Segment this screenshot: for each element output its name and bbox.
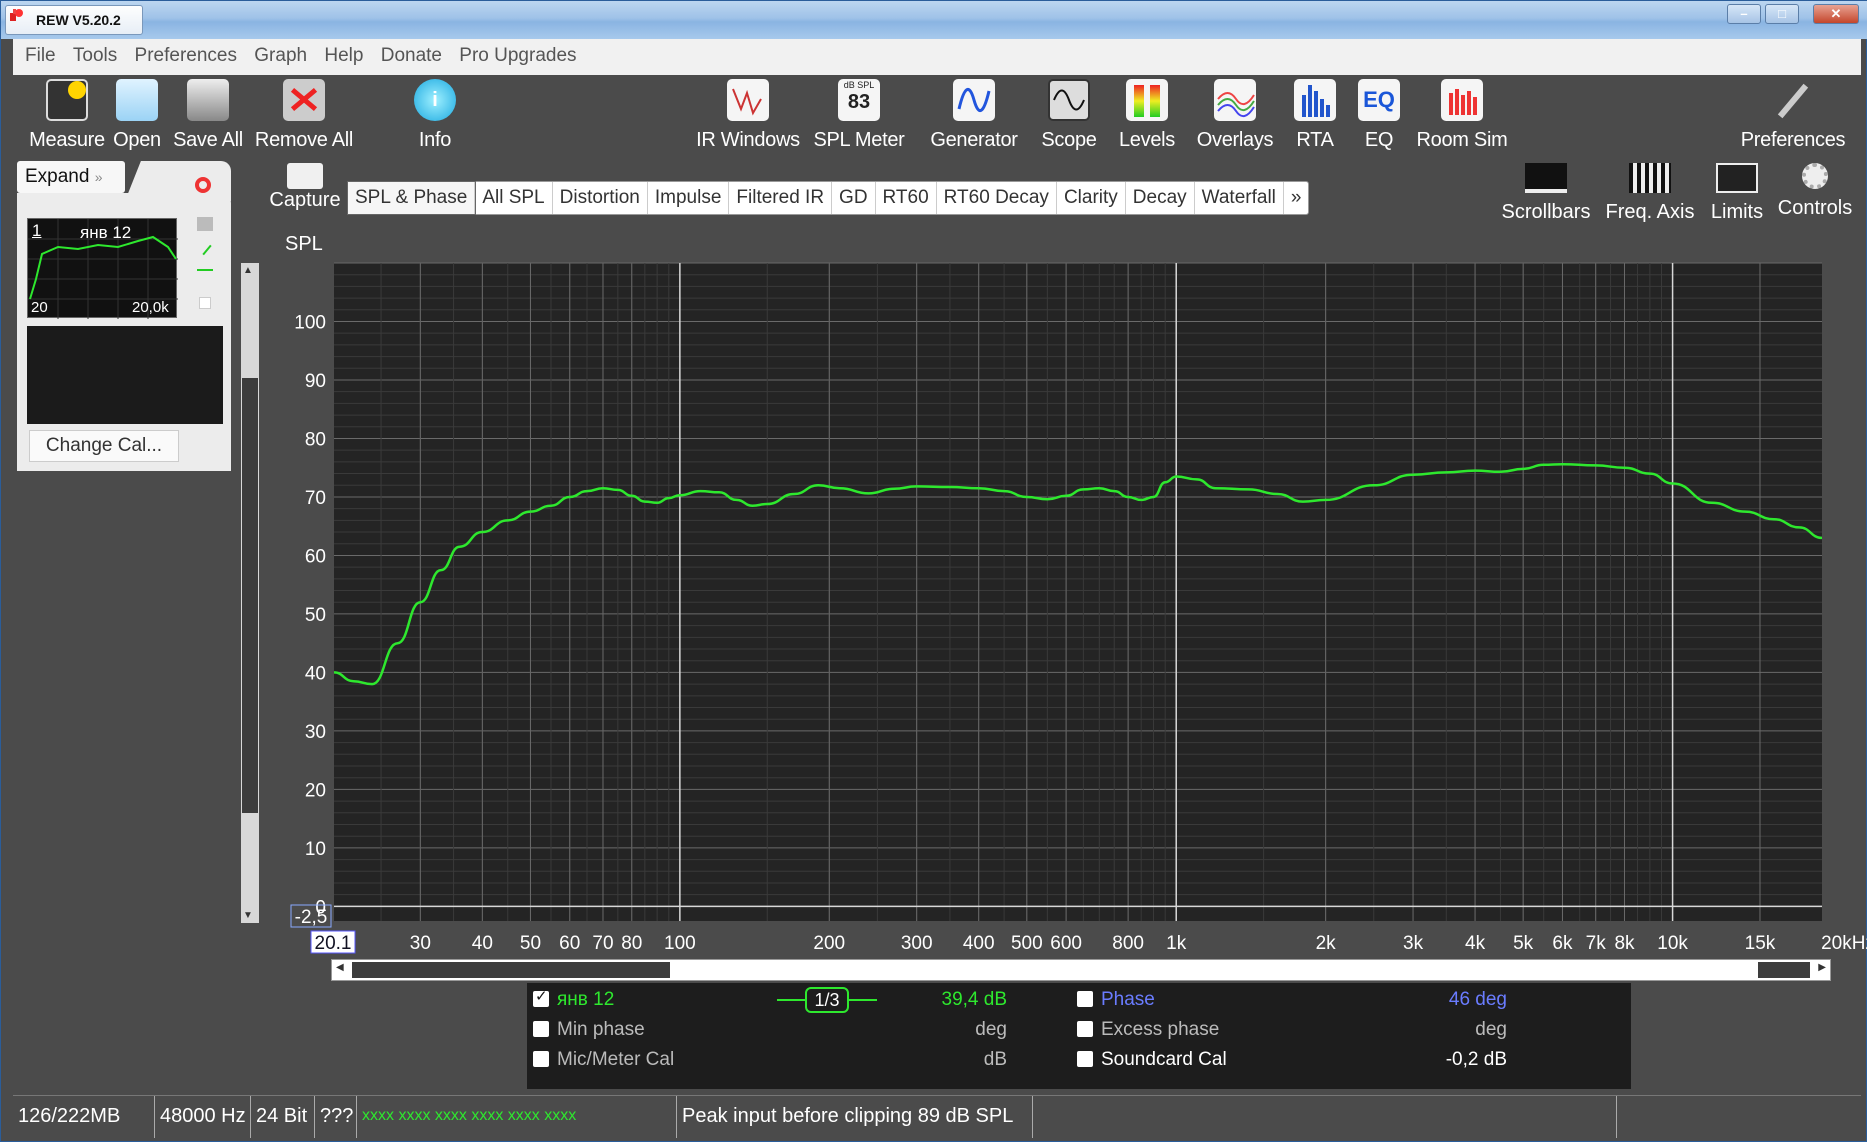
x-tick-label: 400	[963, 933, 995, 954]
y-min-label[interactable]: -2,5	[295, 907, 328, 928]
x-tick-label: 80	[621, 933, 642, 954]
plot-area	[334, 263, 1822, 921]
x-tick-label: 500	[1011, 933, 1043, 954]
x-tick-label: 50	[520, 933, 541, 954]
status-bar: 126/222MB 48000 Hz 24 Bit ??? xxxx xxxx …	[13, 1095, 1861, 1138]
y-tick-label: 50	[305, 605, 326, 626]
legend-line-right	[849, 999, 877, 1001]
spl-graph[interactable]: 100 90 80 70 60 50 40 30 20 100 30 40 50 60 70 80 100 20…	[1, 1, 1867, 961]
excess-phase-label: Excess phase	[1101, 1019, 1220, 1040]
excess-phase-checkbox[interactable]	[1077, 1021, 1093, 1037]
x-tick-label: 800	[1112, 933, 1144, 954]
min-phase-label: Min phase	[557, 1019, 645, 1040]
mic-cal-checkbox[interactable]	[533, 1051, 549, 1067]
mic-cal-label: Mic/Meter Cal	[557, 1049, 675, 1070]
y-tick-label: 30	[305, 722, 326, 743]
x-tick-label: 600	[1050, 933, 1082, 954]
y-tick-label: 20	[305, 780, 326, 801]
smoothing-badge[interactable]: 1/3	[805, 987, 849, 1013]
y-tick-label: 80	[305, 429, 326, 450]
x-tick-labels: 30 40 50 60 70 80 100 200 300 400 500 600 800 1k 2k 3k 4…	[410, 933, 1867, 954]
y-tick-label: 70	[305, 488, 326, 509]
phase-checkbox[interactable]	[1077, 991, 1093, 1007]
x-tick-label: 2k	[1316, 933, 1337, 954]
x-min-label[interactable]: 20.1	[315, 933, 352, 954]
peak-input-status: Peak input before clipping 89 dB SPL	[677, 1096, 1033, 1138]
status-unknown: ???	[315, 1096, 357, 1138]
x-tick-label: 1k	[1166, 933, 1187, 954]
x-tick-label: 15k	[1745, 933, 1776, 954]
sample-rate: 48000 Hz	[155, 1096, 251, 1138]
x-tick-label: 4k	[1465, 933, 1486, 954]
x-tick-label: 3k	[1403, 933, 1424, 954]
mic-cal-unit: dB	[983, 1049, 1007, 1070]
legend-spl-value: 39,4 dB	[941, 989, 1008, 1010]
input-meters: xxxx xxxx xxxx xxxx xxxx xxxx	[357, 1096, 677, 1138]
phase-label: Phase	[1101, 989, 1155, 1010]
min-phase-checkbox[interactable]	[533, 1021, 549, 1037]
min-phase-unit: deg	[975, 1019, 1007, 1040]
y-tick-label: 60	[305, 546, 326, 567]
x-tick-label: 60	[559, 933, 580, 954]
excess-phase-unit: deg	[1475, 1019, 1507, 1040]
phase-value: 46 deg	[1448, 989, 1507, 1010]
app-window: REW V5.20.2 – □ ✕ File Tools Preferences…	[0, 0, 1867, 1142]
x-tick-label: 70	[592, 933, 613, 954]
bit-depth: 24 Bit	[251, 1096, 315, 1138]
status-empty	[1033, 1096, 1617, 1138]
legend-line-left	[777, 999, 805, 1001]
x-tick-label: 6k	[1552, 933, 1573, 954]
horizontal-scrollbar[interactable]: ◀ ▶	[331, 959, 1831, 981]
x-tick-label: 10k	[1657, 933, 1688, 954]
x-tick-label: 7k	[1586, 933, 1607, 954]
soundcard-cal-label: Soundcard Cal	[1101, 1049, 1227, 1070]
legend-series-name: янв 12	[557, 989, 615, 1010]
horizontal-scroll-thumb-left[interactable]	[352, 962, 670, 978]
legend-panel: ✓ янв 12 1/3 39,4 dB Phase 46 deg Min ph…	[527, 983, 1631, 1089]
y-tick-labels: 1009080706050403020100	[294, 312, 326, 918]
x-tick-label: 8k	[1614, 933, 1635, 954]
check-icon: ✓	[535, 988, 548, 1005]
y-tick-label: 90	[305, 371, 326, 392]
x-tick-label: 100	[664, 933, 696, 954]
x-tick-label: 20kHz	[1821, 933, 1867, 954]
x-tick-label: 30	[410, 933, 431, 954]
y-tick-label: 10	[305, 839, 326, 860]
memory-usage: 126/222MB	[13, 1096, 155, 1138]
y-tick-label: 100	[294, 312, 326, 333]
soundcard-cal-checkbox[interactable]	[1077, 1051, 1093, 1067]
scroll-left-icon[interactable]: ◀	[336, 962, 344, 973]
soundcard-cal-value: -0,2 dB	[1445, 1049, 1507, 1070]
x-tick-label: 300	[901, 933, 933, 954]
x-tick-label: 200	[813, 933, 845, 954]
scroll-right-icon[interactable]: ▶	[1818, 962, 1826, 973]
y-tick-label: 40	[305, 663, 326, 684]
horizontal-scroll-thumb-right[interactable]	[1758, 962, 1810, 978]
x-tick-label: 40	[472, 933, 493, 954]
measurement-checkbox[interactable]: ✓	[533, 988, 549, 1007]
x-tick-label: 5k	[1513, 933, 1534, 954]
